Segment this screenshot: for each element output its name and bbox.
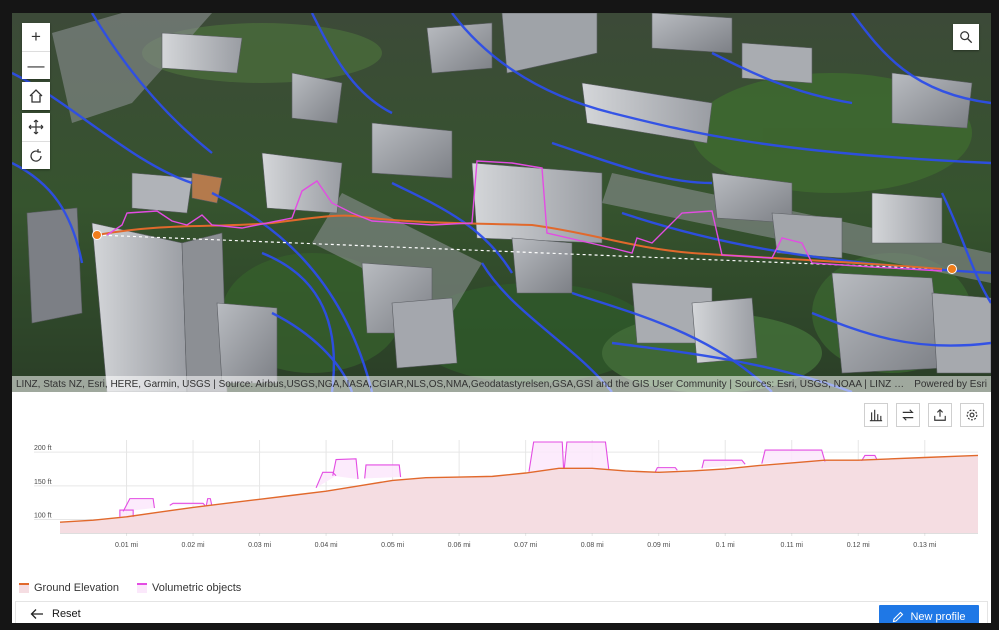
chart-legend: Ground Elevation Volumetric objects xyxy=(19,582,259,594)
export-button[interactable] xyxy=(928,403,952,427)
flip-profile-button[interactable] xyxy=(896,403,920,427)
x-tick-label: 0.08 mi xyxy=(581,542,604,549)
pencil-icon xyxy=(893,611,904,623)
x-tick-label: 0.06 mi xyxy=(448,542,471,549)
volumetric-object-fill xyxy=(564,442,609,470)
export-icon xyxy=(934,408,946,421)
home-icon xyxy=(29,89,43,103)
attribution-text: LINZ, Stats NZ, Esri, HERE, Garmin, USGS… xyxy=(16,378,907,390)
scene-imagery xyxy=(12,13,991,392)
home-controls xyxy=(22,82,50,110)
y-axis-ticks: 200 ft 150 ft 100 ft xyxy=(34,445,52,519)
legend-label-ground: Ground Elevation xyxy=(34,582,119,594)
search-icon xyxy=(960,31,973,44)
chart-areas xyxy=(60,442,978,533)
chart-toggle-button[interactable] xyxy=(864,403,888,427)
x-tick-label: 0.13 mi xyxy=(913,542,936,549)
powered-by-esri[interactable]: Powered by Esri xyxy=(914,379,987,390)
volumetric-swatch xyxy=(137,583,147,593)
zoom-out-button[interactable]: — xyxy=(22,51,50,79)
reset-label: Reset xyxy=(52,608,81,620)
elevation-profile-panel: 0.01 mi 0.02 mi 0.03 mi 0.04 mi 0.05 mi 0.06 … xyxy=(12,392,991,623)
attribution-bar[interactable]: LINZ, Stats NZ, Esri, HERE, Garmin, USGS… xyxy=(12,376,991,392)
bar-chart-icon xyxy=(869,409,883,422)
x-axis-ticks: 0.01 mi 0.02 mi 0.03 mi 0.04 mi 0.05 mi 0.06 … xyxy=(115,542,937,549)
x-tick-label: 0.07 mi xyxy=(514,542,537,549)
x-tick-label: 0.03 mi xyxy=(248,542,271,549)
x-tick-label: 0.01 mi xyxy=(115,542,138,549)
reset-button[interactable]: Reset xyxy=(30,608,81,620)
profile-start-point xyxy=(92,230,102,240)
settings-icon xyxy=(966,409,978,421)
legend-item-volumetric[interactable]: Volumetric objects xyxy=(137,582,241,594)
volumetric-object-fill xyxy=(364,464,401,479)
profile-footer: Reset New profile xyxy=(15,601,988,623)
y-tick-label: 200 ft xyxy=(34,445,52,452)
search-button[interactable] xyxy=(953,24,979,50)
pan-icon xyxy=(28,119,44,135)
volumetric-object-fill xyxy=(332,458,359,480)
swap-icon xyxy=(902,409,914,421)
x-tick-label: 0.1 mi xyxy=(716,542,736,549)
new-profile-label: New profile xyxy=(910,611,966,623)
volumetric-object-fill xyxy=(528,442,564,472)
ground-elevation-area xyxy=(60,455,978,533)
pan-button[interactable] xyxy=(22,113,50,141)
3d-scene-view[interactable]: + — LINZ, Stats NZ, Esri, HERE, Garmin, … xyxy=(12,13,991,392)
settings-button[interactable] xyxy=(960,403,984,427)
ground-swatch xyxy=(19,583,29,593)
elevation-profile-chart[interactable]: 0.01 mi 0.02 mi 0.03 mi 0.04 mi 0.05 mi 0.06 … xyxy=(12,432,991,562)
x-tick-label: 0.09 mi xyxy=(647,542,670,549)
profile-end-point xyxy=(947,264,957,274)
zoom-controls: + — xyxy=(22,23,50,79)
legend-label-volumetric: Volumetric objects xyxy=(152,582,242,594)
navigation-mode-controls xyxy=(22,113,50,169)
zoom-in-button[interactable]: + xyxy=(22,23,50,51)
x-tick-label: 0.11 mi xyxy=(781,542,804,549)
volumetric-object-fill xyxy=(123,498,155,512)
legend-item-ground[interactable]: Ground Elevation xyxy=(19,582,119,594)
rotate-icon xyxy=(30,148,42,162)
arrow-left-icon xyxy=(30,609,43,619)
x-tick-label: 0.12 mi xyxy=(847,542,870,549)
elevation-profile-app: + — LINZ, Stats NZ, Esri, HERE, Garmin, … xyxy=(12,13,991,623)
x-tick-label: 0.05 mi xyxy=(381,542,404,549)
rotate-button[interactable] xyxy=(22,141,50,169)
x-tick-label: 0.02 mi xyxy=(182,542,205,549)
home-button[interactable] xyxy=(22,82,50,110)
x-tick-label: 0.04 mi xyxy=(315,542,338,549)
y-tick-label: 150 ft xyxy=(34,479,52,486)
new-profile-button[interactable]: New profile xyxy=(879,605,979,623)
y-tick-label: 100 ft xyxy=(34,513,52,520)
